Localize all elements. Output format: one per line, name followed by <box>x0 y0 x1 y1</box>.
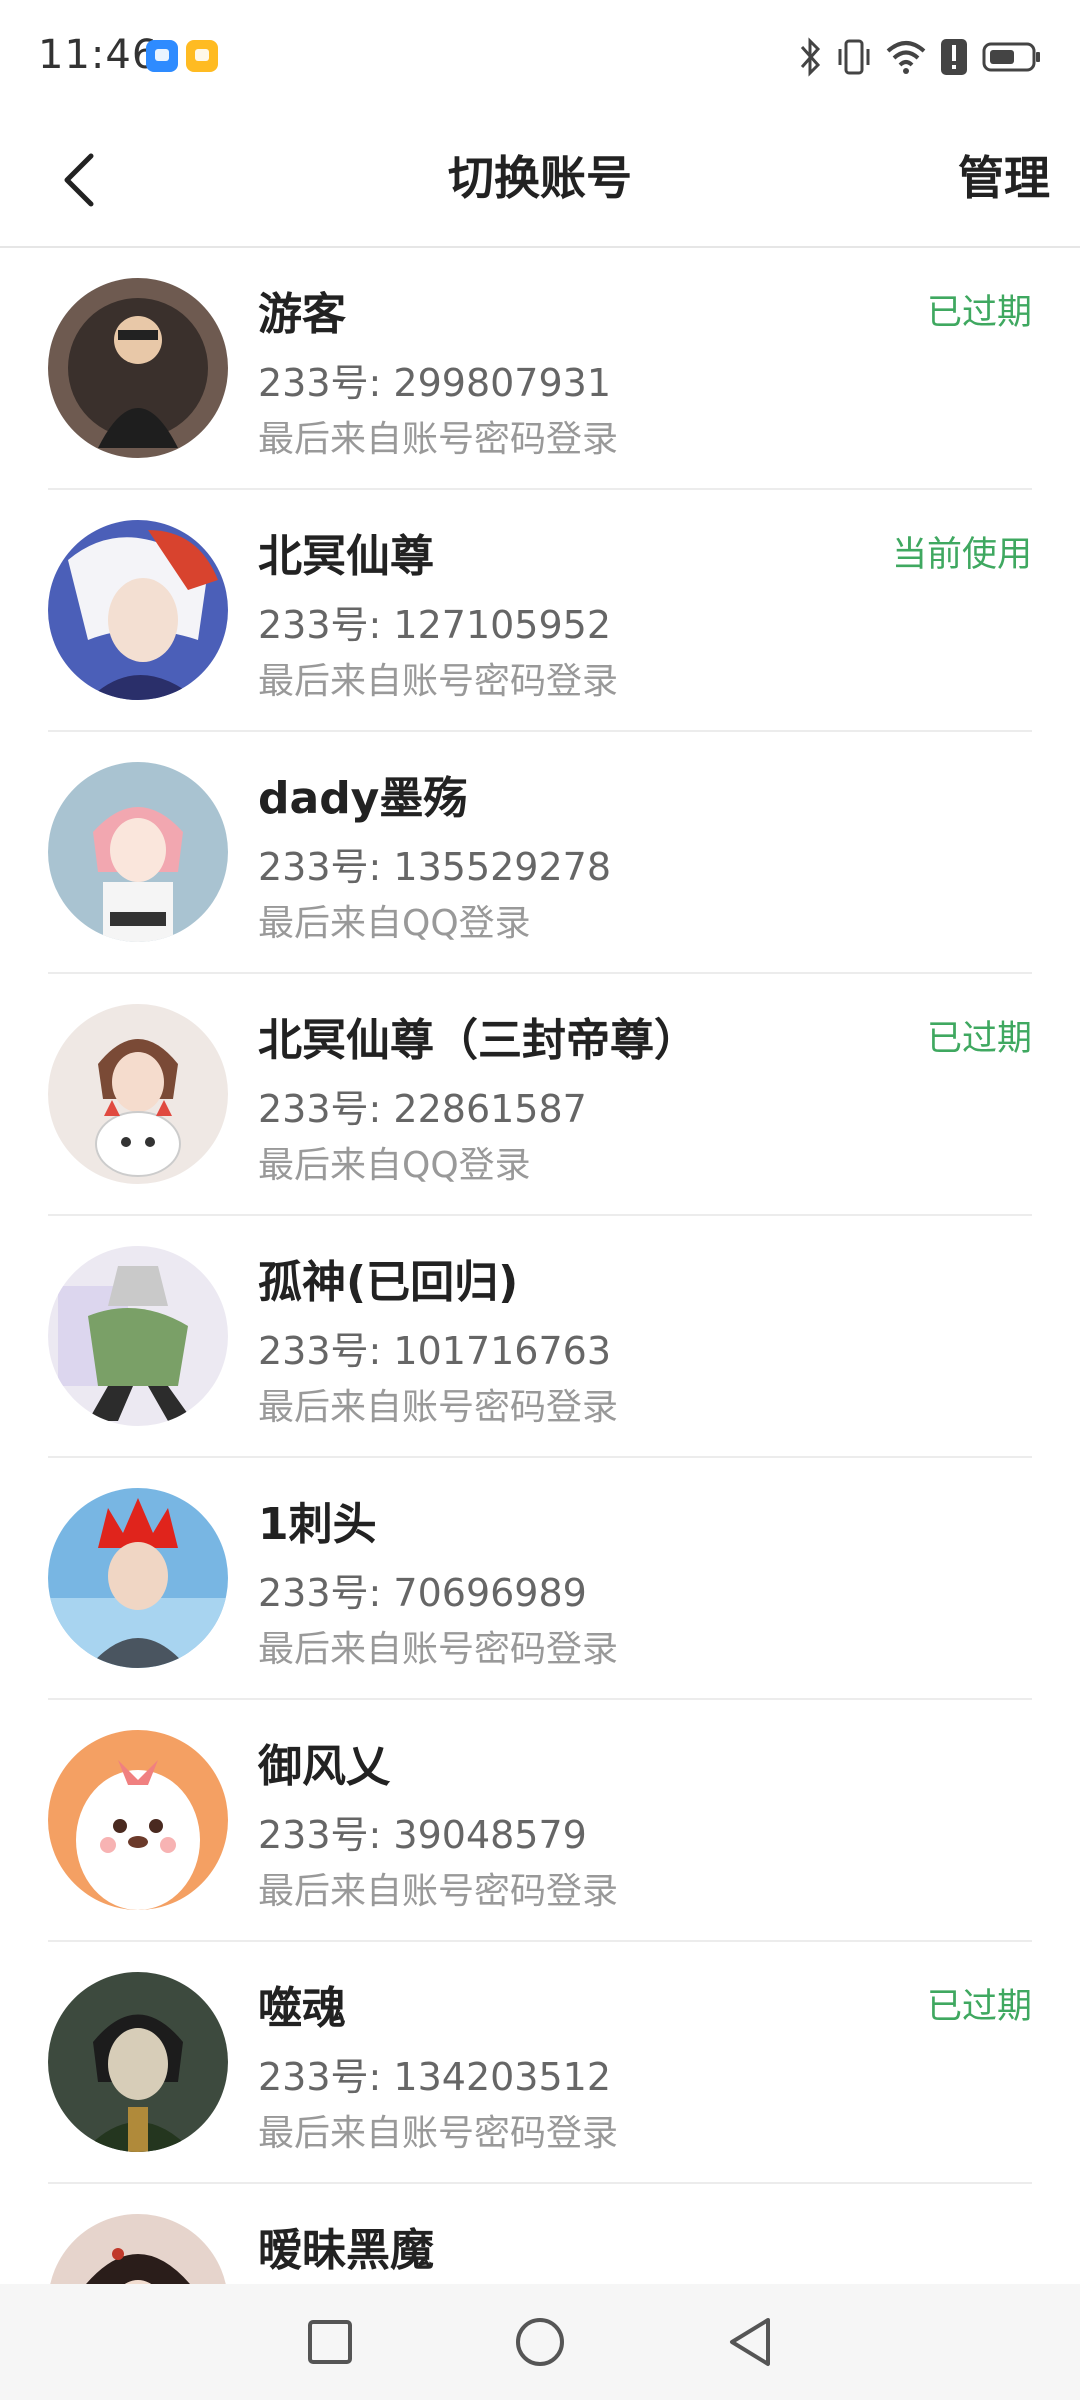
account-nickname: 1刺头 <box>258 1499 377 1550</box>
bluetooth-icon <box>800 37 821 77</box>
recent-apps-button[interactable] <box>300 2312 360 2372</box>
status-time: 11:46 <box>38 32 159 78</box>
avatar <box>48 520 228 700</box>
account-nickname: 北冥仙尊 <box>258 531 434 582</box>
app-notification-icon <box>146 40 178 72</box>
account-nickname: 暧昧黑魔 <box>258 2225 434 2276</box>
login-source: 最后来自QQ登录 <box>258 1145 531 1186</box>
battery-icon <box>982 42 1040 72</box>
status-badge: 已过期 <box>926 293 1032 333</box>
account-nickname: 孤神(已回归) <box>258 1257 519 1308</box>
back-icon <box>730 2318 770 2366</box>
account-item[interactable]: 1刺头 233号: 70696989 最后来自账号密码登录 <box>48 1458 1032 1700</box>
login-source: 最后来自账号密码登录 <box>258 1871 619 1912</box>
home-icon <box>516 2318 564 2366</box>
account-id: 233号: 135529278 <box>258 845 612 889</box>
recent-apps-icon <box>308 2320 352 2364</box>
login-source: 最后来自账号密码登录 <box>258 661 619 702</box>
page-title: 切换账号 <box>448 151 632 205</box>
account-item[interactable]: 北冥仙尊（三封帝尊） 233号: 22861587 最后来自QQ登录 已过期 <box>48 974 1032 1216</box>
account-id: 233号: 299807931 <box>258 361 612 405</box>
app-notification-icon <box>186 40 218 72</box>
account-id: 233号: 127105952 <box>258 603 612 647</box>
account-item[interactable]: 游客 233号: 299807931 最后来自账号密码登录 已过期 <box>48 248 1032 490</box>
back-nav-button[interactable] <box>720 2312 780 2372</box>
account-id: 233号: 70696989 <box>258 1571 587 1615</box>
account-list: 游客 233号: 299807931 最后来自账号密码登录 已过期 北冥仙尊 2… <box>0 248 1080 2284</box>
account-nickname: dady墨殇 <box>258 773 468 824</box>
login-source: 最后来自账号密码登录 <box>258 1387 619 1428</box>
status-badge: 已过期 <box>926 1987 1032 2027</box>
avatar <box>48 762 228 942</box>
account-id: 233号: 134203512 <box>258 2055 612 2099</box>
account-id: 233号: 39048579 <box>258 1813 587 1857</box>
avatar <box>48 1488 228 1668</box>
home-button[interactable] <box>510 2312 570 2372</box>
login-source: 最后来自QQ登录 <box>258 903 531 944</box>
account-id: 233号: 22861587 <box>258 1087 587 1131</box>
alert-icon <box>941 39 967 75</box>
avatar <box>48 1246 228 1426</box>
account-nickname: 噬魂 <box>258 1983 346 2034</box>
avatar <box>48 1972 228 2152</box>
account-item[interactable]: 孤神(已回归) 233号: 101716763 最后来自账号密码登录 <box>48 1216 1032 1458</box>
manage-button[interactable]: 管理 <box>958 142 1050 208</box>
account-item[interactable]: dady墨殇 233号: 135529278 最后来自QQ登录 <box>48 732 1032 974</box>
status-badge: 当前使用 <box>891 535 1032 575</box>
avatar <box>48 2214 228 2284</box>
avatar <box>48 1004 228 1184</box>
status-badge: 已过期 <box>926 1019 1032 1059</box>
app-header: 切换账号 管理 <box>0 112 1080 248</box>
wifi-icon <box>886 41 926 74</box>
login-source: 最后来自账号密码登录 <box>258 419 619 460</box>
account-id: 233号: 101716763 <box>258 1329 612 1373</box>
account-item[interactable]: 暧昧黑魔 <box>48 2184 1032 2284</box>
account-item[interactable]: 北冥仙尊 233号: 127105952 最后来自账号密码登录 当前使用 <box>48 490 1032 732</box>
account-nickname: 北冥仙尊（三封帝尊） <box>258 1015 698 1066</box>
system-nav-bar <box>0 2284 1080 2400</box>
vibrate-icon <box>838 39 870 75</box>
login-source: 最后来自账号密码登录 <box>258 2113 619 2154</box>
avatar <box>48 278 228 458</box>
account-nickname: 游客 <box>258 289 346 340</box>
login-source: 最后来自账号密码登录 <box>258 1629 619 1670</box>
status-bar: 11:46 <box>0 0 1080 112</box>
account-item[interactable]: 噬魂 233号: 134203512 最后来自账号密码登录 已过期 <box>48 1942 1032 2184</box>
account-nickname: 御风乂 <box>258 1741 390 1792</box>
status-icons <box>800 34 1042 80</box>
account-item[interactable]: 御风乂 233号: 39048579 最后来自账号密码登录 <box>48 1700 1032 1942</box>
avatar <box>48 1730 228 1910</box>
